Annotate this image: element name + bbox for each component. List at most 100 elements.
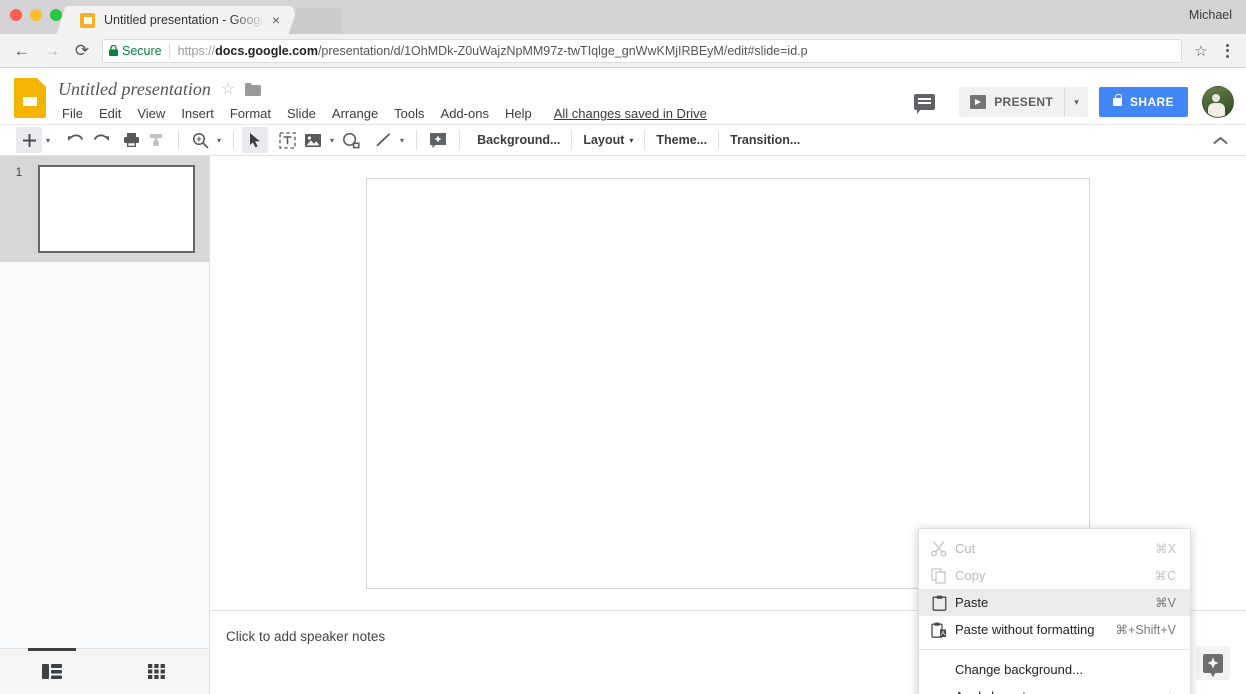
context-menu-item-apply-layout[interactable]: Apply layout ▶ [919,683,1190,694]
scissors-icon [919,540,955,557]
line-tool-button[interactable] [370,127,396,153]
paint-format-button[interactable] [144,127,170,153]
context-menu-item-paste-without-formatting[interactable]: A Paste without formatting ⌘+Shift+V [919,616,1190,643]
undo-button[interactable] [62,127,88,153]
new-slide-button[interactable] [16,127,42,153]
slides-application: Untitled presentation ☆ File Edit View I… [0,68,1246,694]
filmstrip-view-button[interactable] [0,649,105,694]
google-slides-logo-icon [14,78,46,118]
layout-label: Layout [583,133,625,147]
theme-button[interactable]: Theme... [647,129,716,151]
redo-button[interactable] [88,127,114,153]
svg-text:A: A [941,630,946,637]
title-row: Untitled presentation ☆ [58,76,907,102]
profile-name[interactable]: Michael [1189,8,1232,22]
star-document-icon[interactable]: ☆ [221,79,235,99]
address-bar[interactable]: Secure https://docs.google.com/presentat… [102,38,1182,63]
context-menu-shortcut: ⌘C [1154,569,1176,583]
text-box-tool-button[interactable] [274,127,300,153]
url-path: /presentation/d/1OhMDk-Z0uWajzNpMM97z-tw… [317,43,808,58]
forward-button: → [43,40,61,60]
context-menu-item-change-background[interactable]: Change background... [919,656,1190,683]
close-tab-icon[interactable]: × [268,13,284,27]
menu-addons[interactable]: Add-ons [433,103,497,124]
window-controls[interactable] [10,9,62,21]
context-menu-label: Copy [955,568,986,583]
comment-icon [913,94,935,114]
app-header: Untitled presentation ☆ File Edit View I… [0,68,1246,124]
slide-thumbnail-preview[interactable] [38,165,195,253]
context-menu-item-paste[interactable]: Paste ⌘V [919,589,1190,616]
reload-button[interactable]: ⟳ [68,37,96,65]
slide-canvas[interactable] [366,177,1090,589]
add-comment-button[interactable] [425,127,451,153]
line-caret-icon[interactable]: ▾ [396,127,408,153]
menu-tools[interactable]: Tools [386,103,432,124]
background-button[interactable]: Background... [468,129,569,151]
workspace: 1 Click to add speaker notes Cut ⌘X Copy… [0,156,1246,694]
open-comments-button[interactable] [907,87,941,117]
back-button[interactable]: ← [8,37,36,65]
close-window-button[interactable] [10,9,22,21]
url-scheme: https:// [177,43,216,58]
share-button[interactable]: SHARE [1098,87,1188,117]
insert-image-button[interactable] [300,127,326,153]
menu-slide[interactable]: Slide [279,103,324,124]
collapse-toolbar-icon[interactable] [1205,136,1236,145]
explore-icon [1203,653,1223,677]
menu-insert[interactable]: Insert [173,103,222,124]
menu-help[interactable]: Help [497,103,540,124]
play-icon [970,95,987,109]
explore-button[interactable] [1196,646,1230,680]
toolbar-divider [233,130,235,150]
header-actions: PRESENT ▾ SHARE [907,86,1234,118]
minimize-window-button[interactable] [30,9,42,21]
present-group: PRESENT ▾ [959,87,1088,117]
toolbar-divider [571,130,573,150]
browser-tab-title: Untitled presentation - Google [104,13,268,27]
slide-thumbnail-item[interactable]: 1 [0,156,209,262]
copy-icon [919,567,955,584]
present-button[interactable]: PRESENT [959,87,1064,117]
transition-button[interactable]: Transition... [721,129,809,151]
menu-edit[interactable]: Edit [91,103,129,124]
save-status[interactable]: All changes saved in Drive [554,106,707,121]
menu-format[interactable]: Format [222,103,279,124]
browser-menu-icon[interactable] [1216,43,1238,58]
context-menu-label: Cut [955,541,976,556]
select-tool-button[interactable] [242,127,269,153]
lock-icon [109,45,118,56]
context-menu-label: Paste without formatting [955,622,1095,637]
image-caret-icon[interactable]: ▾ [326,127,338,153]
context-menu-label: Paste [955,595,989,610]
move-to-folder-icon[interactable] [245,82,262,96]
document-title[interactable]: Untitled presentation [58,79,211,100]
layout-button[interactable]: Layout ▾ [574,129,642,151]
new-tab-button[interactable] [300,8,342,34]
slide-context-menu[interactable]: Cut ⌘X Copy ⌘C Paste ⌘V A Paste without … [918,528,1191,694]
shape-tool-button[interactable] [338,127,364,153]
toolbar-divider [718,130,720,150]
clipboard-text-icon: A [919,622,955,638]
slide-number: 1 [15,167,23,179]
context-menu-shortcut: ⌘V [1155,596,1176,610]
new-slide-caret-icon[interactable]: ▾ [42,127,54,153]
grid-view-button[interactable] [105,649,210,694]
menu-view[interactable]: View [129,103,173,124]
print-button[interactable] [118,127,144,153]
user-avatar[interactable] [1202,86,1234,118]
omnibox-divider [168,42,170,59]
browser-tab[interactable]: Untitled presentation - Google × [68,6,290,34]
menu-bar: File Edit View Insert Format Slide Arran… [58,103,907,124]
present-options-caret-icon[interactable]: ▾ [1063,87,1088,117]
zoom-button[interactable] [187,127,213,153]
url-domain: docs.google.com [215,43,318,58]
canvas-area: Click to add speaker notes Cut ⌘X Copy ⌘… [210,156,1246,694]
slide-thumbnail-list: 1 [0,156,209,648]
zoom-caret-icon[interactable]: ▾ [213,127,225,153]
clipboard-icon [919,595,955,611]
menu-arrange[interactable]: Arrange [324,103,386,124]
menu-file[interactable]: File [58,103,91,124]
toolbar-divider [416,130,418,150]
bookmark-star-icon[interactable]: ☆ [1188,38,1214,64]
